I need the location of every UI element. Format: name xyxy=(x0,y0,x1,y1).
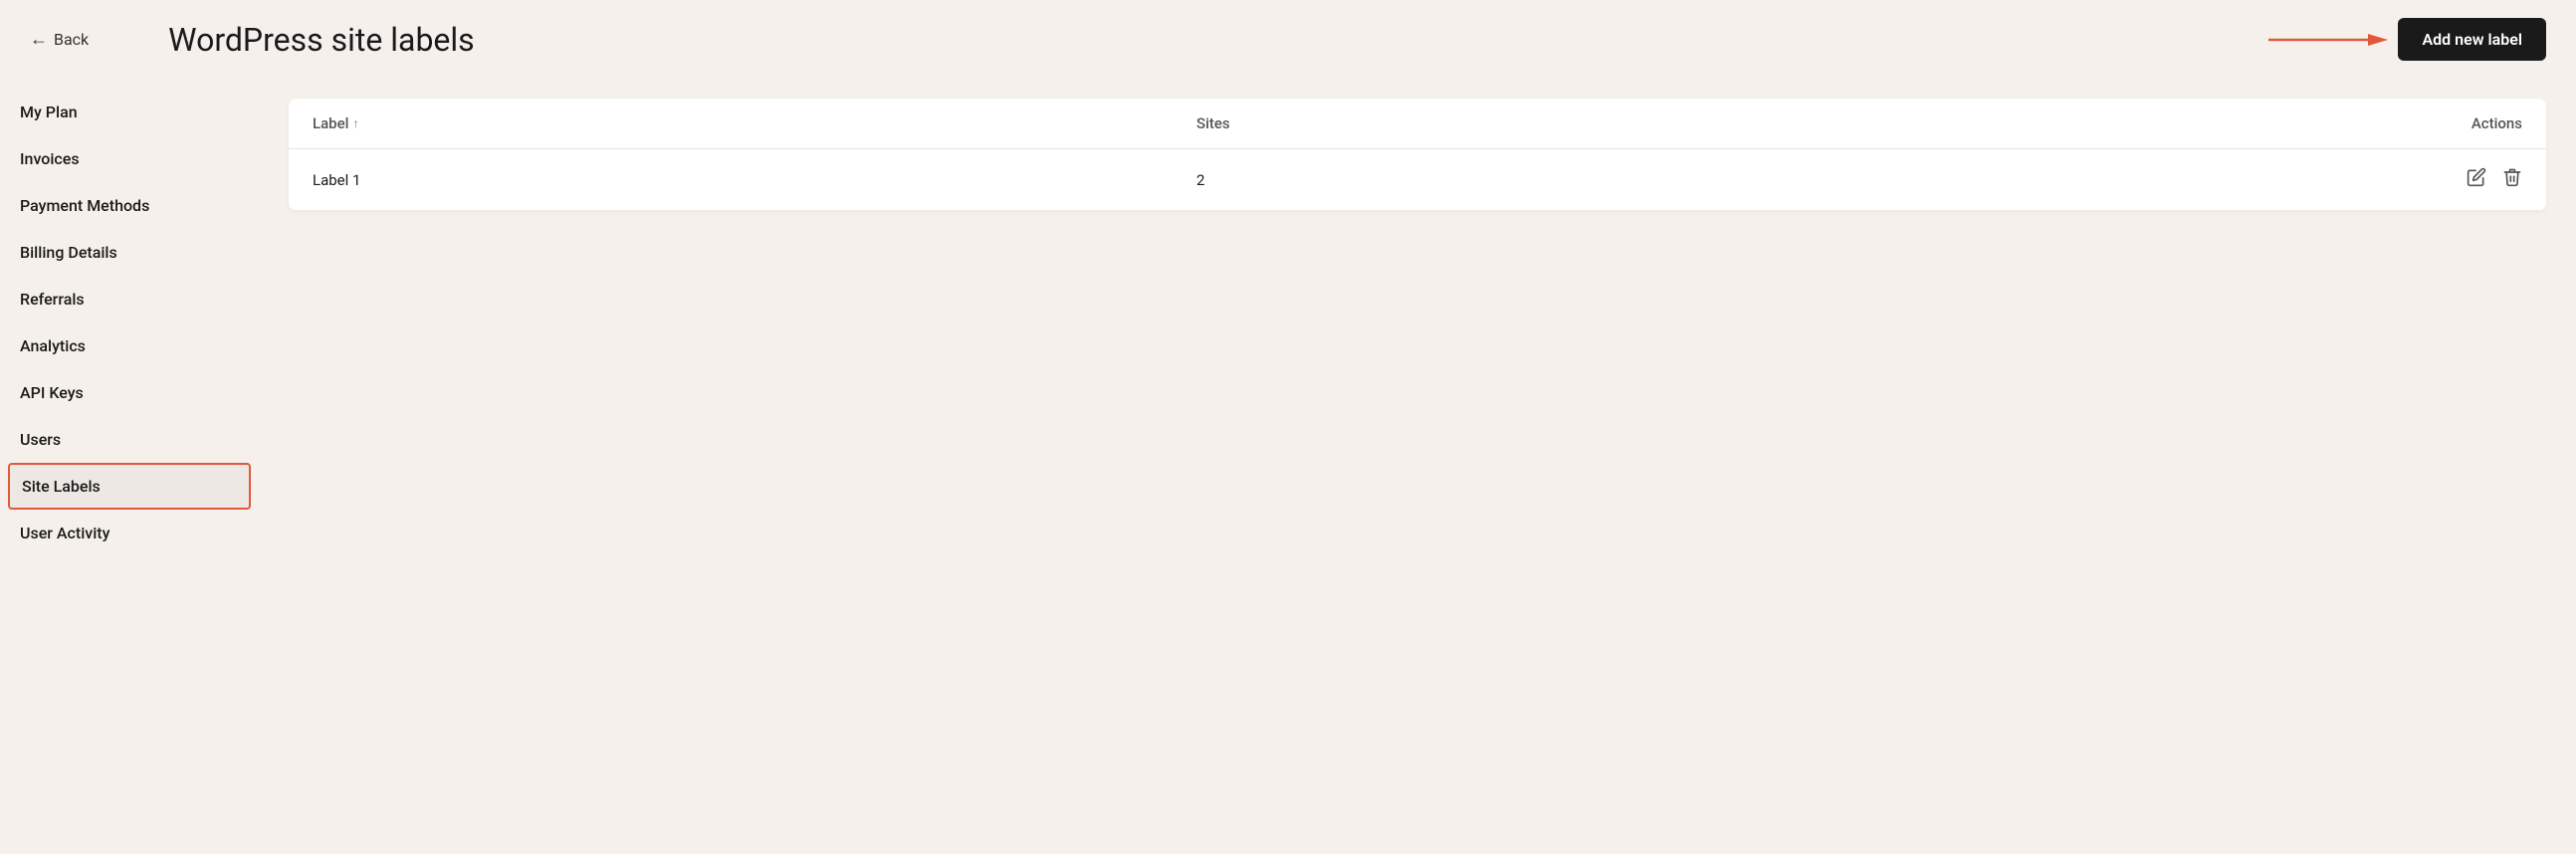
header-right: Add new label xyxy=(2268,18,2546,61)
back-arrow-icon: ← xyxy=(30,29,48,50)
sort-icon[interactable]: ↑ xyxy=(352,116,358,130)
sidebar-item-site-labels[interactable]: Site Labels xyxy=(8,463,251,510)
table-header: Label ↑ Sites Actions xyxy=(289,99,2546,149)
main-content: Label ↑ Sites Actions Label 1 2 xyxy=(259,79,2576,854)
sidebar-item-my-plan[interactable]: My Plan xyxy=(0,89,259,135)
content-wrapper: My Plan Invoices Payment Methods Billing… xyxy=(0,79,2576,854)
edit-icon[interactable] xyxy=(2467,167,2486,192)
page-wrapper: ← Back WordPress site labels Add new lab… xyxy=(0,0,2576,854)
sidebar-item-user-activity[interactable]: User Activity xyxy=(0,510,259,556)
page-title: WordPress site labels xyxy=(168,21,475,59)
row-sites-value: 2 xyxy=(1196,171,2080,189)
delete-icon[interactable] xyxy=(2502,167,2522,192)
sidebar: My Plan Invoices Payment Methods Billing… xyxy=(0,79,259,854)
sidebar-item-payment-methods[interactable]: Payment Methods xyxy=(0,182,259,229)
column-header-actions: Actions xyxy=(2080,114,2522,132)
back-button[interactable]: ← Back xyxy=(30,29,89,50)
sidebar-item-users[interactable]: Users xyxy=(0,416,259,463)
row-actions xyxy=(2080,167,2522,192)
add-new-label-button[interactable]: Add new label xyxy=(2398,18,2546,61)
sidebar-item-billing-details[interactable]: Billing Details xyxy=(0,229,259,276)
column-header-sites: Sites xyxy=(1196,114,2080,132)
arrow-indicator-icon xyxy=(2268,28,2388,52)
back-label: Back xyxy=(54,30,89,49)
table-row: Label 1 2 xyxy=(289,149,2546,211)
sidebar-item-referrals[interactable]: Referrals xyxy=(0,276,259,322)
row-label-value: Label 1 xyxy=(313,171,1196,189)
sidebar-item-api-keys[interactable]: API Keys xyxy=(0,369,259,416)
page-header: ← Back WordPress site labels Add new lab… xyxy=(0,0,2576,79)
sidebar-item-analytics[interactable]: Analytics xyxy=(0,322,259,369)
labels-table-container: Label ↑ Sites Actions Label 1 2 xyxy=(289,99,2546,211)
sidebar-item-invoices[interactable]: Invoices xyxy=(0,135,259,182)
column-header-label: Label ↑ xyxy=(313,114,1196,132)
